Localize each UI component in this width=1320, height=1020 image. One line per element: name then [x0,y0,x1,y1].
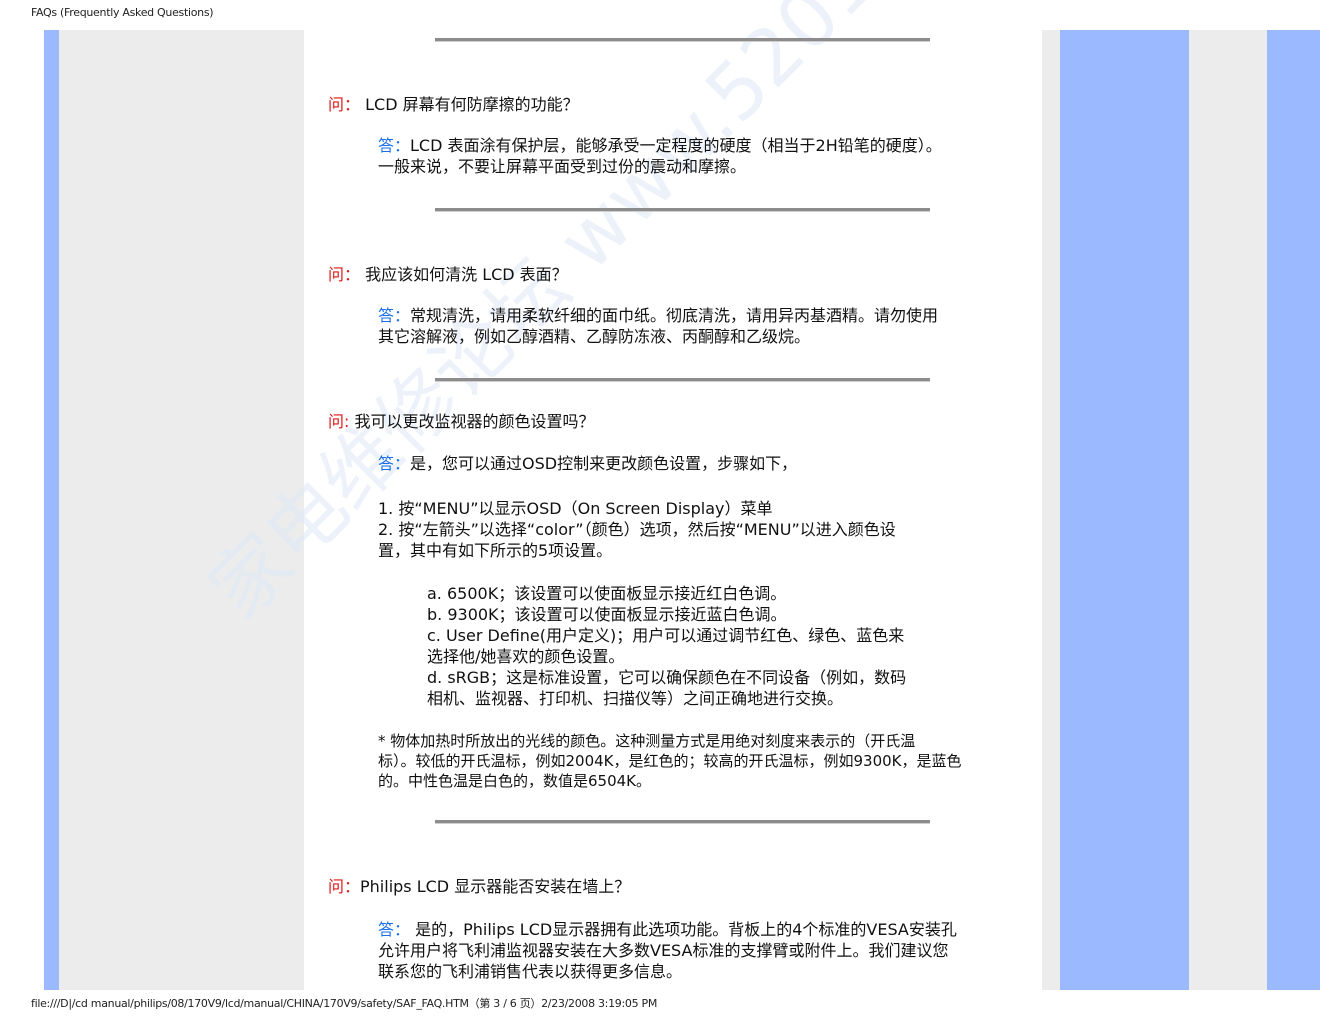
answer-line: 常规清洗，请用柔软纤细的面巾纸。彻底清洗，请用异丙基酒精。请勿使用 [410,306,939,325]
option-item: 相机、监视器、打印机、扫描仪等）之间正确地进行交换。 [427,689,844,708]
question-text: LCD 屏幕有何防摩擦的功能？ [360,95,579,114]
question-label: 问: [328,412,350,431]
answer-label: 答： [378,454,411,473]
question-text: 我可以更改监视器的颜色设置吗？ [349,412,595,431]
option-item: b. 9300K；该设置可以使面板显示接近蓝白色调。 [427,605,787,624]
question-text: 我应该如何清洗 LCD 表面？ [360,265,568,284]
page-header: FAQs (Frequently Asked Questions) [31,6,214,19]
answer-line: LCD 表面涂有保护层，能够承受一定程度的硬度（相当于2H铅笔的硬度）。 [410,136,942,155]
answer-2: 答：常规清洗，请用柔软纤细的面巾纸。彻底清洗，请用异丙基酒精。请勿使用 其它溶解… [378,305,993,347]
answer-4: 答： 是的，Philips LCD显示器拥有此选项功能。背板上的4个标准的VES… [378,919,993,982]
note-line: 的。中性色温是白色的，数值是6504K。 [378,772,652,790]
left-blue-bar [44,30,59,990]
step-item: 1. 按“MENU”以显示OSD（On Screen Display）菜单 [378,499,773,518]
page-footer: file:///D|/cd manual/philips/08/170V9/lc… [31,997,658,1010]
right-gray-strip [1042,30,1060,990]
right-gray-panel [1189,30,1267,990]
step-item: 置，其中有如下所示的5项设置。 [378,541,613,560]
note-line: 标）。较低的开氏温标，例如2004K，是红色的；较高的开氏温标，例如9300K，… [378,752,962,770]
answer-line: 一般来说，不要让屏幕平面受到过份的震动和摩擦。 [378,157,747,176]
option-item: 选择他/她喜欢的颜色设置。 [427,647,625,666]
question-text: Philips LCD 显示器能否安装在墙上？ [360,877,631,896]
answer-line: 是的，Philips LCD显示器拥有此选项功能。背板上的4个标准的VESA安装… [410,920,957,939]
question-4: 问：Philips LCD 显示器能否安装在墙上？ [328,873,630,897]
steps-list: 1. 按“MENU”以显示OSD（On Screen Display）菜单 2.… [378,498,993,561]
answer-label: 答： [378,306,411,325]
answer-line: 允许用户将飞利浦监视器安装在大多数VESA标准的支撑臂或附件上。我们建议您 [378,941,949,960]
option-item: a. 6500K；该设置可以使面板显示接近红白色调。 [427,584,787,603]
answer-label: 答： [378,136,411,155]
answer-line: 是，您可以通过OSD控制来更改颜色设置，步骤如下， [410,454,798,473]
answer-1: 答：LCD 表面涂有保护层，能够承受一定程度的硬度（相当于2H铅笔的硬度）。 一… [378,135,993,177]
option-item: d. sRGB；这是标准设置，它可以确保颜色在不同设备（例如，数码 [427,668,907,687]
right-blue-panel [1060,30,1189,990]
answer-line: 联系您的飞利浦销售代表以获得更多信息。 [378,962,683,981]
answer-label: 答： [378,920,411,939]
note-line: * 物体加热时所放出的光线的颜色。这种测量方式是用绝对刻度来表示的（开氏温 [378,732,916,750]
question-label: 问： [328,877,361,896]
answer-3: 答：是，您可以通过OSD控制来更改颜色设置，步骤如下， [378,453,993,474]
color-temperature-note: * 物体加热时所放出的光线的颜色。这种测量方式是用绝对刻度来表示的（开氏温 标）… [378,731,993,791]
question-2: 问： 我应该如何清洗 LCD 表面？ [328,261,568,285]
left-gray-panel [59,30,304,990]
question-3: 问: 我可以更改监视器的颜色设置吗？ [328,408,595,432]
question-label: 问： [328,265,361,284]
answer-line: 其它溶解液，例如乙醇酒精、乙醇防冻液、丙酮醇和乙级烷。 [378,327,811,346]
step-item: 2. 按“左箭头”以选择“color”（颜色）选项，然后按“MENU”以进入颜色… [378,520,896,539]
divider [435,208,930,212]
option-item: c. User Define(用户定义)；用户可以通过调节红色、绿色、蓝色来 [427,626,905,645]
right-blue-bar [1267,30,1320,990]
options-list: a. 6500K；该设置可以使面板显示接近红白色调。 b. 9300K；该设置可… [427,583,987,709]
question-label: 问： [328,95,361,114]
divider [435,820,930,824]
divider [435,378,930,382]
question-1: 问： LCD 屏幕有何防摩擦的功能？ [328,91,579,115]
divider [435,38,930,42]
